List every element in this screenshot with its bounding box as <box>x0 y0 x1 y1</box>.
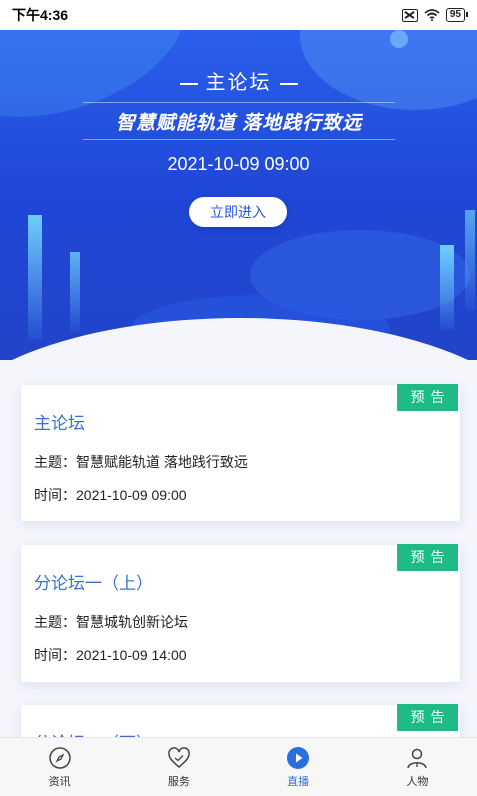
tab-service[interactable]: 服务 <box>119 738 238 796</box>
preview-badge: 预告 <box>397 544 458 571</box>
hero-slogan-box: 智慧赋能轨道 落地践行致远 <box>83 102 395 140</box>
card-topic: 主题：智慧赋能轨道 落地践行致远 <box>34 454 248 470</box>
hero-banner: 主论坛 智慧赋能轨道 落地践行致远 2021-10-09 09:00 立即进入 <box>0 0 477 360</box>
hero-title: 主论坛 <box>0 66 477 95</box>
hero-title-text: 主论坛 <box>205 72 272 94</box>
tab-live[interactable]: 直播 <box>239 738 358 796</box>
decor-pillar <box>70 252 80 332</box>
card-time: 时间：2021-10-09 14:00 <box>34 647 187 663</box>
preview-badge: 预告 <box>397 384 458 411</box>
enter-live-button[interactable]: 立即进入 <box>189 197 287 227</box>
wifi-icon <box>424 9 440 21</box>
tab-label: 资讯 <box>48 776 71 788</box>
card-title: 分论坛一（上） <box>34 574 153 593</box>
no-sim-icon <box>401 8 418 22</box>
tab-label: 直播 <box>287 776 310 788</box>
status-time: 下午4:36 <box>12 7 69 23</box>
tab-label: 服务 <box>167 776 190 788</box>
bottom-tab-bar: 资讯 服务 直播 人物 <box>0 737 477 796</box>
tab-people[interactable]: 人物 <box>358 738 477 796</box>
person-icon <box>407 748 428 769</box>
preview-badge: 预告 <box>397 704 458 731</box>
card-title: 主论坛 <box>34 414 85 433</box>
card-topic: 主题：智慧城轨创新论坛 <box>34 614 188 630</box>
tab-news[interactable]: 资讯 <box>0 738 119 796</box>
decor-pillar <box>465 210 475 310</box>
decor-pillar <box>28 215 42 340</box>
tab-label: 人物 <box>406 776 429 788</box>
forum-card[interactable]: 预告 主论坛 主题：智慧赋能轨道 落地践行致远 时间：2021-10-09 09… <box>21 384 460 521</box>
battery-icon: 95 <box>445 8 469 22</box>
play-icon <box>287 747 310 769</box>
hero-slogan: 智慧赋能轨道 落地践行致远 <box>115 112 363 134</box>
decor-pillar <box>440 245 454 330</box>
heart-icon <box>168 747 190 768</box>
forum-card[interactable]: 预告 分论坛一（上） 主题：智慧城轨创新论坛 时间：2021-10-09 14:… <box>21 544 460 682</box>
compass-icon <box>48 747 71 769</box>
card-time: 时间：2021-10-09 09:00 <box>34 487 187 503</box>
status-bar: 下午4:36 95 <box>0 0 477 30</box>
decor-dot <box>390 30 408 48</box>
hero-datetime: 2021-10-09 09:00 <box>167 154 310 174</box>
